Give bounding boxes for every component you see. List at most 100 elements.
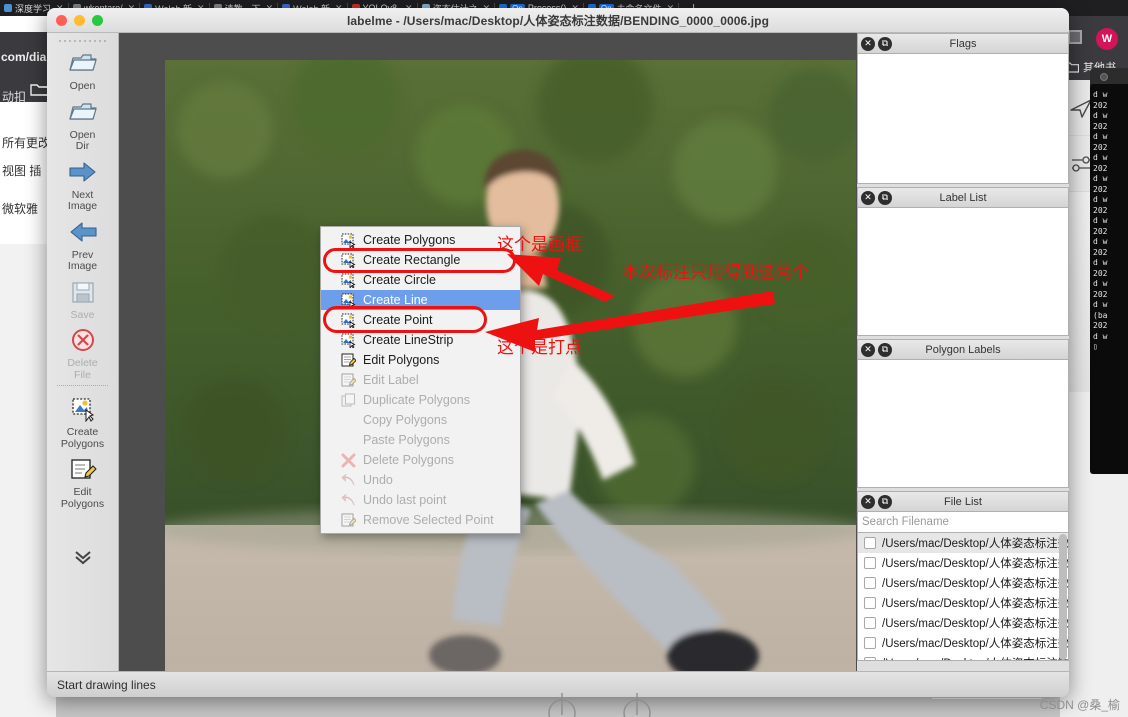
panel-body-label-list[interactable] xyxy=(857,208,1069,336)
file-path-label: /Users/mac/Desktop/人体姿态标注数 xyxy=(882,598,1069,610)
file-list-scrollbar[interactable] xyxy=(1059,534,1067,660)
close-icon[interactable]: ✕ xyxy=(861,37,875,51)
file-path-label: /Users/mac/Desktop/人体姿态标注数 xyxy=(882,578,1069,590)
terminal-window-dot xyxy=(1100,73,1108,81)
file-checkbox[interactable] xyxy=(864,577,876,589)
note-rectangle: 这个是画框 xyxy=(497,235,582,255)
labelme-window: labelme - /Users/mac/Desktop/人体姿态标注数据/BE… xyxy=(47,8,1069,697)
toolbar-item-prev-image[interactable]: Prev Image xyxy=(47,213,118,273)
menu-item-label: Duplicate Polygons xyxy=(363,393,471,407)
avatar[interactable]: W xyxy=(1096,28,1118,50)
file-list-item[interactable]: /Users/mac/Desktop/人体姿态标注数 xyxy=(858,653,1068,660)
arrow-left-icon xyxy=(67,219,99,247)
menu-item-create-polygons[interactable]: Create Polygons xyxy=(321,230,520,250)
menu-item-create-circle[interactable]: Create Circle xyxy=(321,270,520,290)
file-checkbox[interactable] xyxy=(864,557,876,569)
menu-item-duplicate-polygons: Duplicate Polygons xyxy=(321,390,520,410)
panel-body-flags[interactable] xyxy=(857,54,1069,184)
file-path-label: /Users/mac/Desktop/人体姿态标注数 xyxy=(882,538,1069,550)
panel-title-polygon-labels: Polygon Labels xyxy=(925,343,1001,356)
toolbar-overflow-button[interactable] xyxy=(47,548,118,566)
terminal-line: d w xyxy=(1093,111,1108,120)
menu-item-copy-polygons: Copy Polygons xyxy=(321,410,520,430)
close-icon[interactable]: ✕ xyxy=(861,191,875,205)
float-icon[interactable]: ⧉ xyxy=(878,37,892,51)
search-input[interactable] xyxy=(862,516,1068,528)
menu-item-paste-polygons: Paste Polygons xyxy=(321,430,520,450)
left-toolbar: Open Open Dir Next Image Prev Image Save Delete F… xyxy=(47,33,119,671)
toolbar-item-edit-polygons[interactable]: Edit Polygons xyxy=(47,450,118,510)
file-path-label: /Users/mac/Desktop/人体姿态标注数 xyxy=(882,638,1069,650)
delete-x-icon xyxy=(341,453,356,468)
menu-item-create-linestrip[interactable]: Create LineStrip xyxy=(321,330,520,350)
create-polygons-icon xyxy=(67,396,99,424)
background-left-row-3: 微软雅 xyxy=(2,202,39,216)
toolbar-item-open-dir[interactable]: Open Dir xyxy=(47,93,118,153)
toolbar-item-delete-file: Delete File xyxy=(47,321,118,381)
toolbar-grip[interactable] xyxy=(47,33,118,44)
file-list-item[interactable]: /Users/mac/Desktop/人体姿态标注数 xyxy=(858,593,1068,613)
background-terminal: d w 202 d w 202 d w 202 d w 202 d w 202 d w 202 d w2… xyxy=(1090,84,1128,474)
file-list-item[interactable]: /Users/mac/Desktop/人体姿态标注数 xyxy=(858,633,1068,653)
terminal-line: (ba xyxy=(1093,310,1108,320)
file-checkbox[interactable] xyxy=(864,617,876,629)
toolbar-item-save: Save xyxy=(47,273,118,322)
terminal-line: d w xyxy=(1093,237,1108,246)
panel-header-flags: ✕ ⧉ Flags xyxy=(857,33,1069,54)
toolbar-item-label: Create Polygons xyxy=(60,426,105,450)
minimize-button[interactable] xyxy=(74,15,85,26)
terminal-line: d w xyxy=(1093,174,1108,183)
terminal-line: d w xyxy=(1093,90,1108,99)
file-checkbox[interactable] xyxy=(864,657,876,660)
panel-header-polygon-labels: ✕ ⧉ Polygon Labels xyxy=(857,339,1069,360)
menu-item-label: Undo last point xyxy=(363,493,447,507)
file-list[interactable]: /Users/mac/Desktop/人体姿态标注数/Users/mac/Des… xyxy=(857,533,1069,661)
menu-item-label: Delete Polygons xyxy=(363,453,455,467)
file-list-item[interactable]: /Users/mac/Desktop/人体姿态标注数 xyxy=(858,553,1068,573)
toolbar-item-create-polygons[interactable]: Create Polygons xyxy=(47,390,118,450)
terminal-line: 202 xyxy=(1093,289,1108,299)
file-checkbox[interactable] xyxy=(864,537,876,549)
terminal-line: ▯ xyxy=(1093,342,1098,351)
toolbar-item-next-image[interactable]: Next Image xyxy=(47,153,118,213)
right-dock: ✕ ⧉ Flags ✕ ⧉ Label List ✕ ⧉ Polygon Lab… xyxy=(857,33,1069,671)
menu-item-edit-polygons[interactable]: Edit Polygons xyxy=(321,350,520,370)
terminal-line: d w xyxy=(1093,300,1108,309)
close-icon[interactable]: ✕ xyxy=(861,495,875,509)
terminal-line: 202 xyxy=(1093,142,1108,152)
highlight-create-point xyxy=(323,306,487,333)
favicon-icon xyxy=(4,4,12,12)
watermark: CSDN @桑_榆 xyxy=(1039,698,1120,712)
terminal-line: 202 xyxy=(1093,205,1108,215)
terminal-line: d w xyxy=(1093,279,1108,288)
panel-body-polygon-labels[interactable] xyxy=(857,360,1069,488)
create-polygon-icon xyxy=(341,233,356,249)
background-left-row-2: 视图 插 xyxy=(2,164,42,178)
float-icon[interactable]: ⧉ xyxy=(878,191,892,205)
file-list-item[interactable]: /Users/mac/Desktop/人体姿态标注数 xyxy=(858,533,1068,553)
note-point: 这个是打点 xyxy=(497,338,582,358)
file-checkbox[interactable] xyxy=(864,597,876,609)
menu-item-label: Create LineStrip xyxy=(363,333,454,347)
menu-item-label: Undo xyxy=(363,473,393,487)
toolbar-item-label: Prev Image xyxy=(67,248,98,272)
background-tab-label: 深度学习 xyxy=(15,3,52,14)
menu-item-label: Create Circle xyxy=(363,273,436,287)
menu-item-label: Copy Polygons xyxy=(363,413,448,427)
close-button[interactable] xyxy=(56,15,67,26)
edit-polygons-icon xyxy=(67,456,99,484)
arrow-right-icon xyxy=(67,159,99,187)
file-list-item[interactable]: /Users/mac/Desktop/人体姿态标注数 xyxy=(858,573,1068,593)
remove-point-icon xyxy=(341,513,357,528)
file-checkbox[interactable] xyxy=(864,637,876,649)
search-filename-box[interactable] xyxy=(857,512,1069,533)
file-list-item[interactable]: /Users/mac/Desktop/人体姿态标注数 xyxy=(858,613,1068,633)
toolbar-item-open[interactable]: Open xyxy=(47,44,118,93)
float-icon[interactable]: ⧉ xyxy=(878,495,892,509)
duplicate-icon xyxy=(341,393,356,408)
terminal-line: d w xyxy=(1093,216,1108,225)
float-icon[interactable]: ⧉ xyxy=(878,343,892,357)
open-dir-icon xyxy=(67,99,99,127)
zoom-button[interactable] xyxy=(92,15,103,26)
close-icon[interactable]: ✕ xyxy=(861,343,875,357)
